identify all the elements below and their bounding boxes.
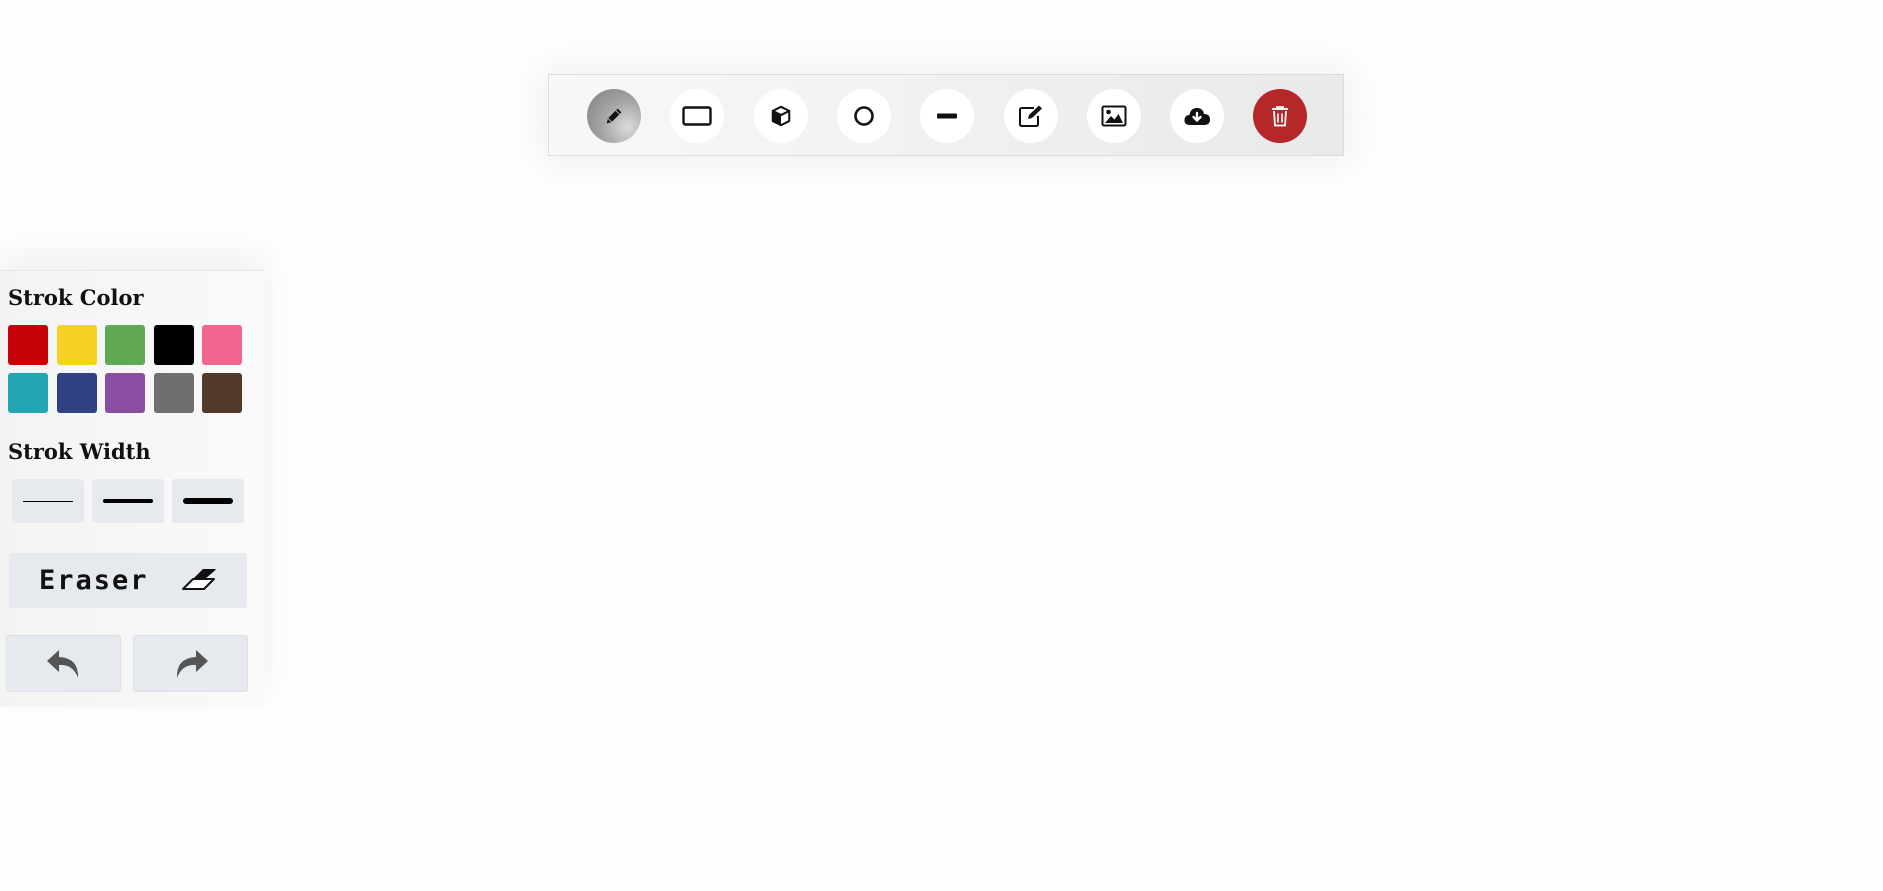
cloud-download-icon [1184, 108, 1210, 125]
eraser-label: Eraser [39, 565, 149, 596]
text-edit-icon [1019, 105, 1042, 127]
color-swatch-green[interactable] [105, 325, 145, 365]
stroke-width-heading: Strok Width [8, 439, 151, 464]
color-swatch-black[interactable] [154, 325, 194, 365]
color-swatch-brown[interactable] [202, 373, 242, 413]
cube-tool-button[interactable] [754, 89, 808, 143]
line-tool-button[interactable] [920, 89, 974, 143]
image-tool-button[interactable] [1087, 89, 1141, 143]
clear-canvas-button[interactable] [1253, 89, 1307, 143]
download-tool-button[interactable] [1170, 89, 1224, 143]
thin-line-icon [23, 500, 73, 502]
medium-line-icon [103, 499, 153, 503]
thick-line-icon [183, 498, 233, 504]
top-toolbar [548, 74, 1344, 156]
pencil-tool-button[interactable] [587, 89, 641, 143]
undo-button[interactable] [6, 635, 121, 692]
circle-tool-button[interactable] [837, 89, 891, 143]
redo-icon [176, 649, 208, 678]
line-icon [937, 113, 957, 119]
color-swatch-yellow[interactable] [57, 325, 97, 365]
stroke-width-thick-button[interactable] [172, 479, 244, 523]
text-tool-button[interactable] [1004, 89, 1058, 143]
color-swatch-navy[interactable] [57, 373, 97, 413]
pencil-icon [606, 108, 622, 124]
trash-icon [1272, 106, 1288, 127]
redo-button[interactable] [133, 635, 248, 692]
color-swatch-gray[interactable] [154, 373, 194, 413]
stroke-width-medium-button[interactable] [92, 479, 164, 523]
rectangle-tool-button[interactable] [670, 89, 724, 143]
rectangle-icon [682, 106, 712, 126]
color-swatch-purple[interactable] [105, 373, 145, 413]
settings-panel: Strok Color Strok Width Eraser [0, 270, 264, 707]
circle-icon [854, 106, 874, 126]
eraser-button[interactable]: Eraser [9, 553, 247, 608]
undo-icon [46, 649, 78, 678]
eraser-icon [182, 569, 216, 590]
cube-icon [771, 105, 791, 127]
stroke-color-heading: Strok Color [8, 285, 144, 310]
color-swatch-pink[interactable] [202, 325, 242, 365]
stroke-width-thin-button[interactable] [12, 479, 84, 523]
image-icon [1101, 105, 1127, 127]
color-swatch-red[interactable] [8, 325, 48, 365]
color-swatch-teal[interactable] [8, 373, 48, 413]
